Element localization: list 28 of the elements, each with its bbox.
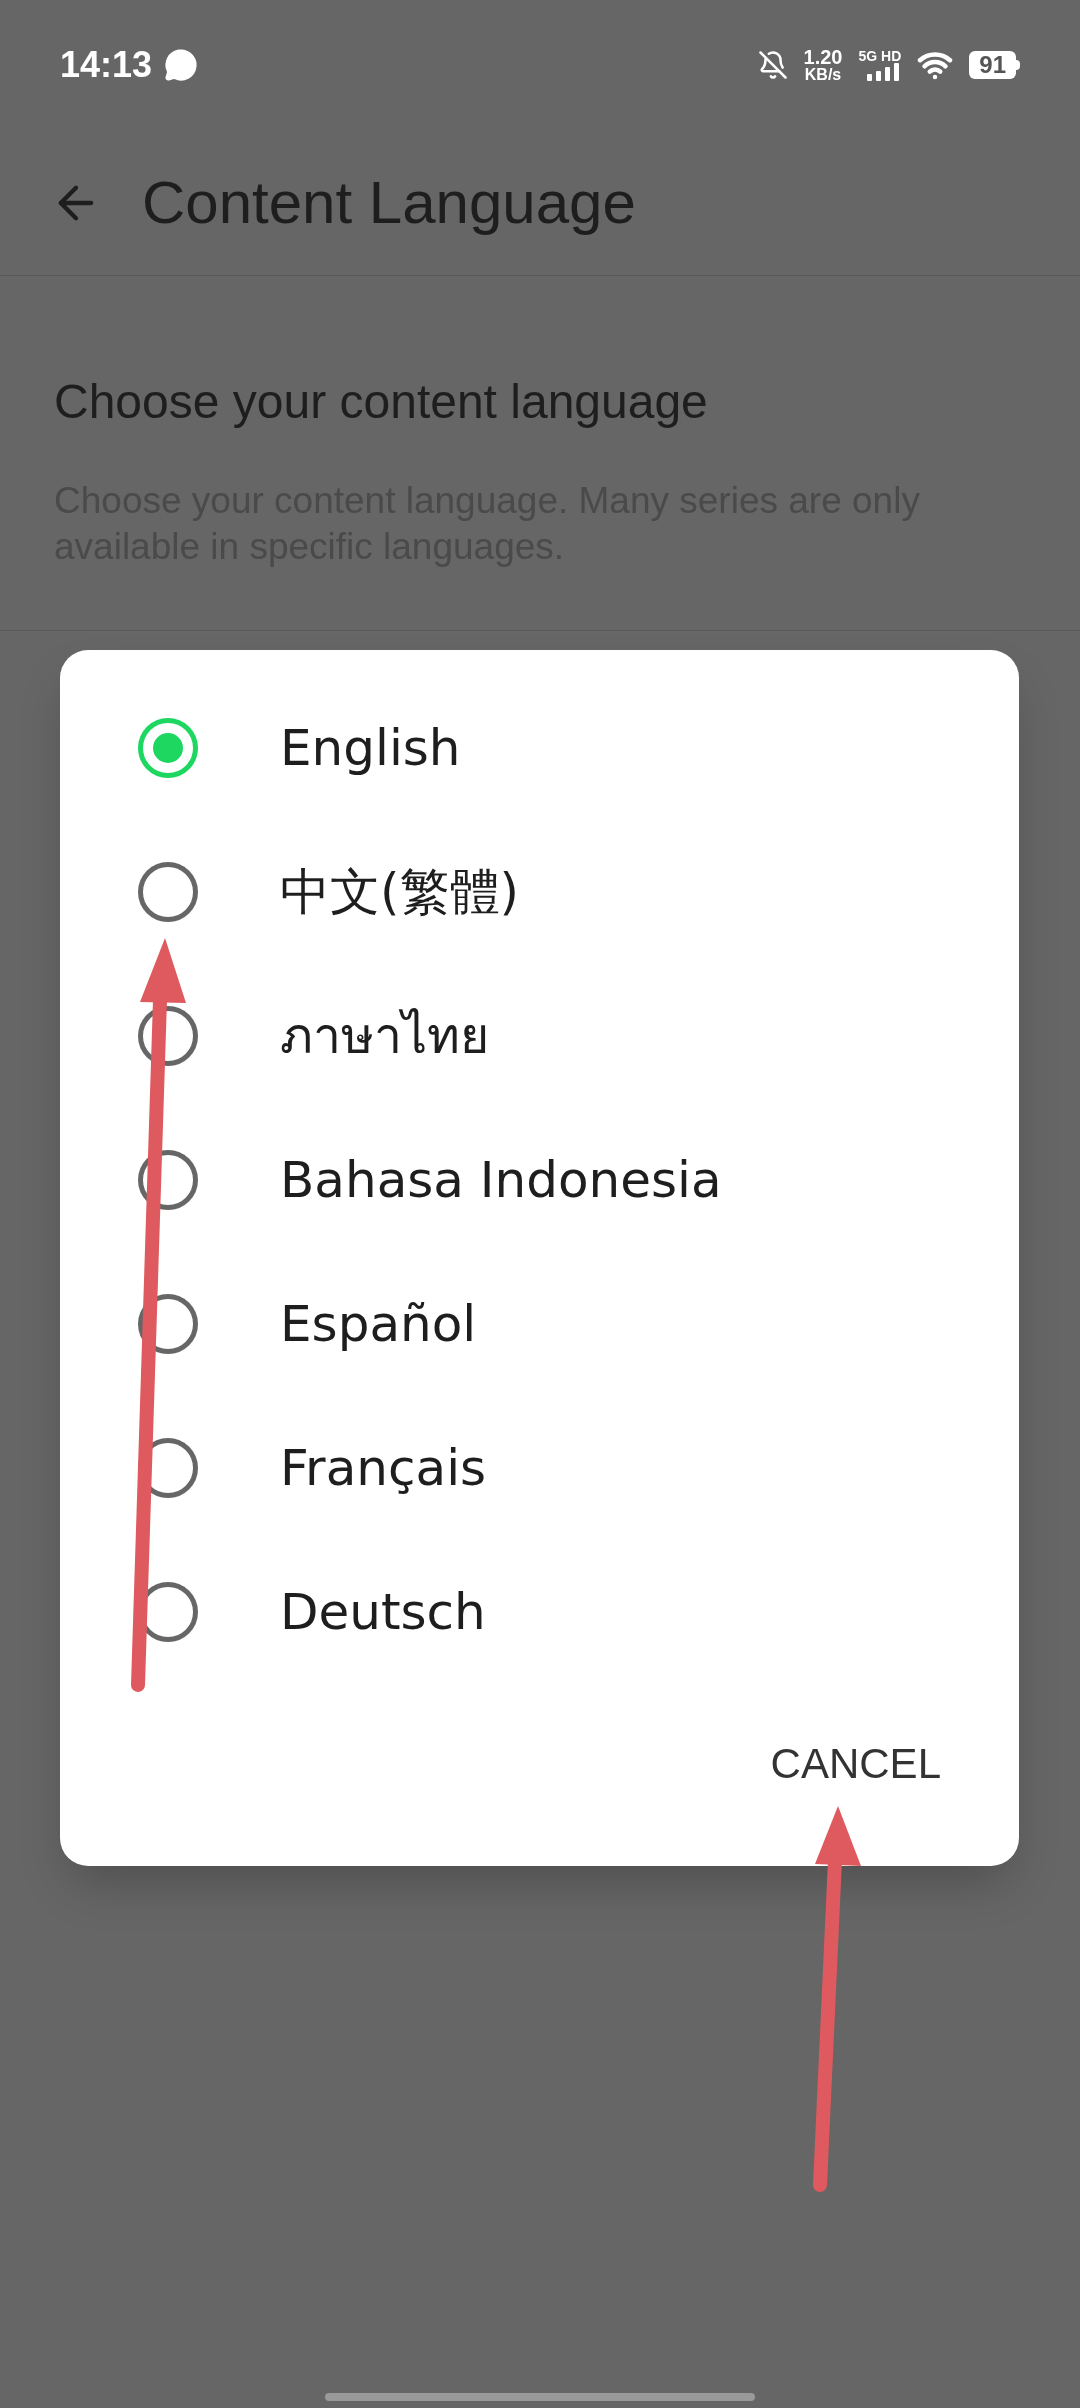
language-label: ภาษาไทย — [280, 1005, 489, 1067]
chat-bubble-icon — [164, 48, 199, 82]
language-label: Deutsch — [280, 1581, 486, 1643]
radio-button[interactable] — [138, 1294, 198, 1354]
radio-button[interactable] — [138, 1150, 198, 1210]
signal-icon — [865, 63, 902, 81]
language-label: Bahasa Indonesia — [280, 1149, 722, 1211]
speed-unit: KB/s — [804, 67, 842, 83]
language-option[interactable]: Bahasa Indonesia — [60, 1108, 1019, 1252]
language-option[interactable]: Español — [60, 1252, 1019, 1396]
speed-value: 1.20 — [803, 47, 843, 67]
language-option[interactable]: Français — [60, 1396, 1019, 1540]
language-option[interactable]: Deutsch — [60, 1540, 1019, 1684]
language-label: Español — [280, 1293, 477, 1355]
language-label: 中文(繁體) — [280, 861, 519, 923]
radio-button[interactable] — [138, 718, 198, 778]
page-title: Content Language — [142, 167, 636, 238]
bell-off-icon — [757, 50, 788, 80]
battery-level: 91 — [969, 51, 1016, 79]
language-label: Français — [280, 1437, 487, 1499]
cancel-button[interactable]: CANCEL — [762, 1724, 949, 1803]
language-option[interactable]: English — [60, 676, 1019, 820]
clock-time: 14:13 — [60, 43, 153, 87]
network-label: 5G HD — [858, 49, 902, 63]
language-option[interactable]: 中文(繁體) — [60, 820, 1019, 964]
section-title: Choose your content language — [54, 374, 709, 430]
radio-button[interactable] — [138, 862, 198, 922]
language-label: English — [280, 717, 461, 779]
